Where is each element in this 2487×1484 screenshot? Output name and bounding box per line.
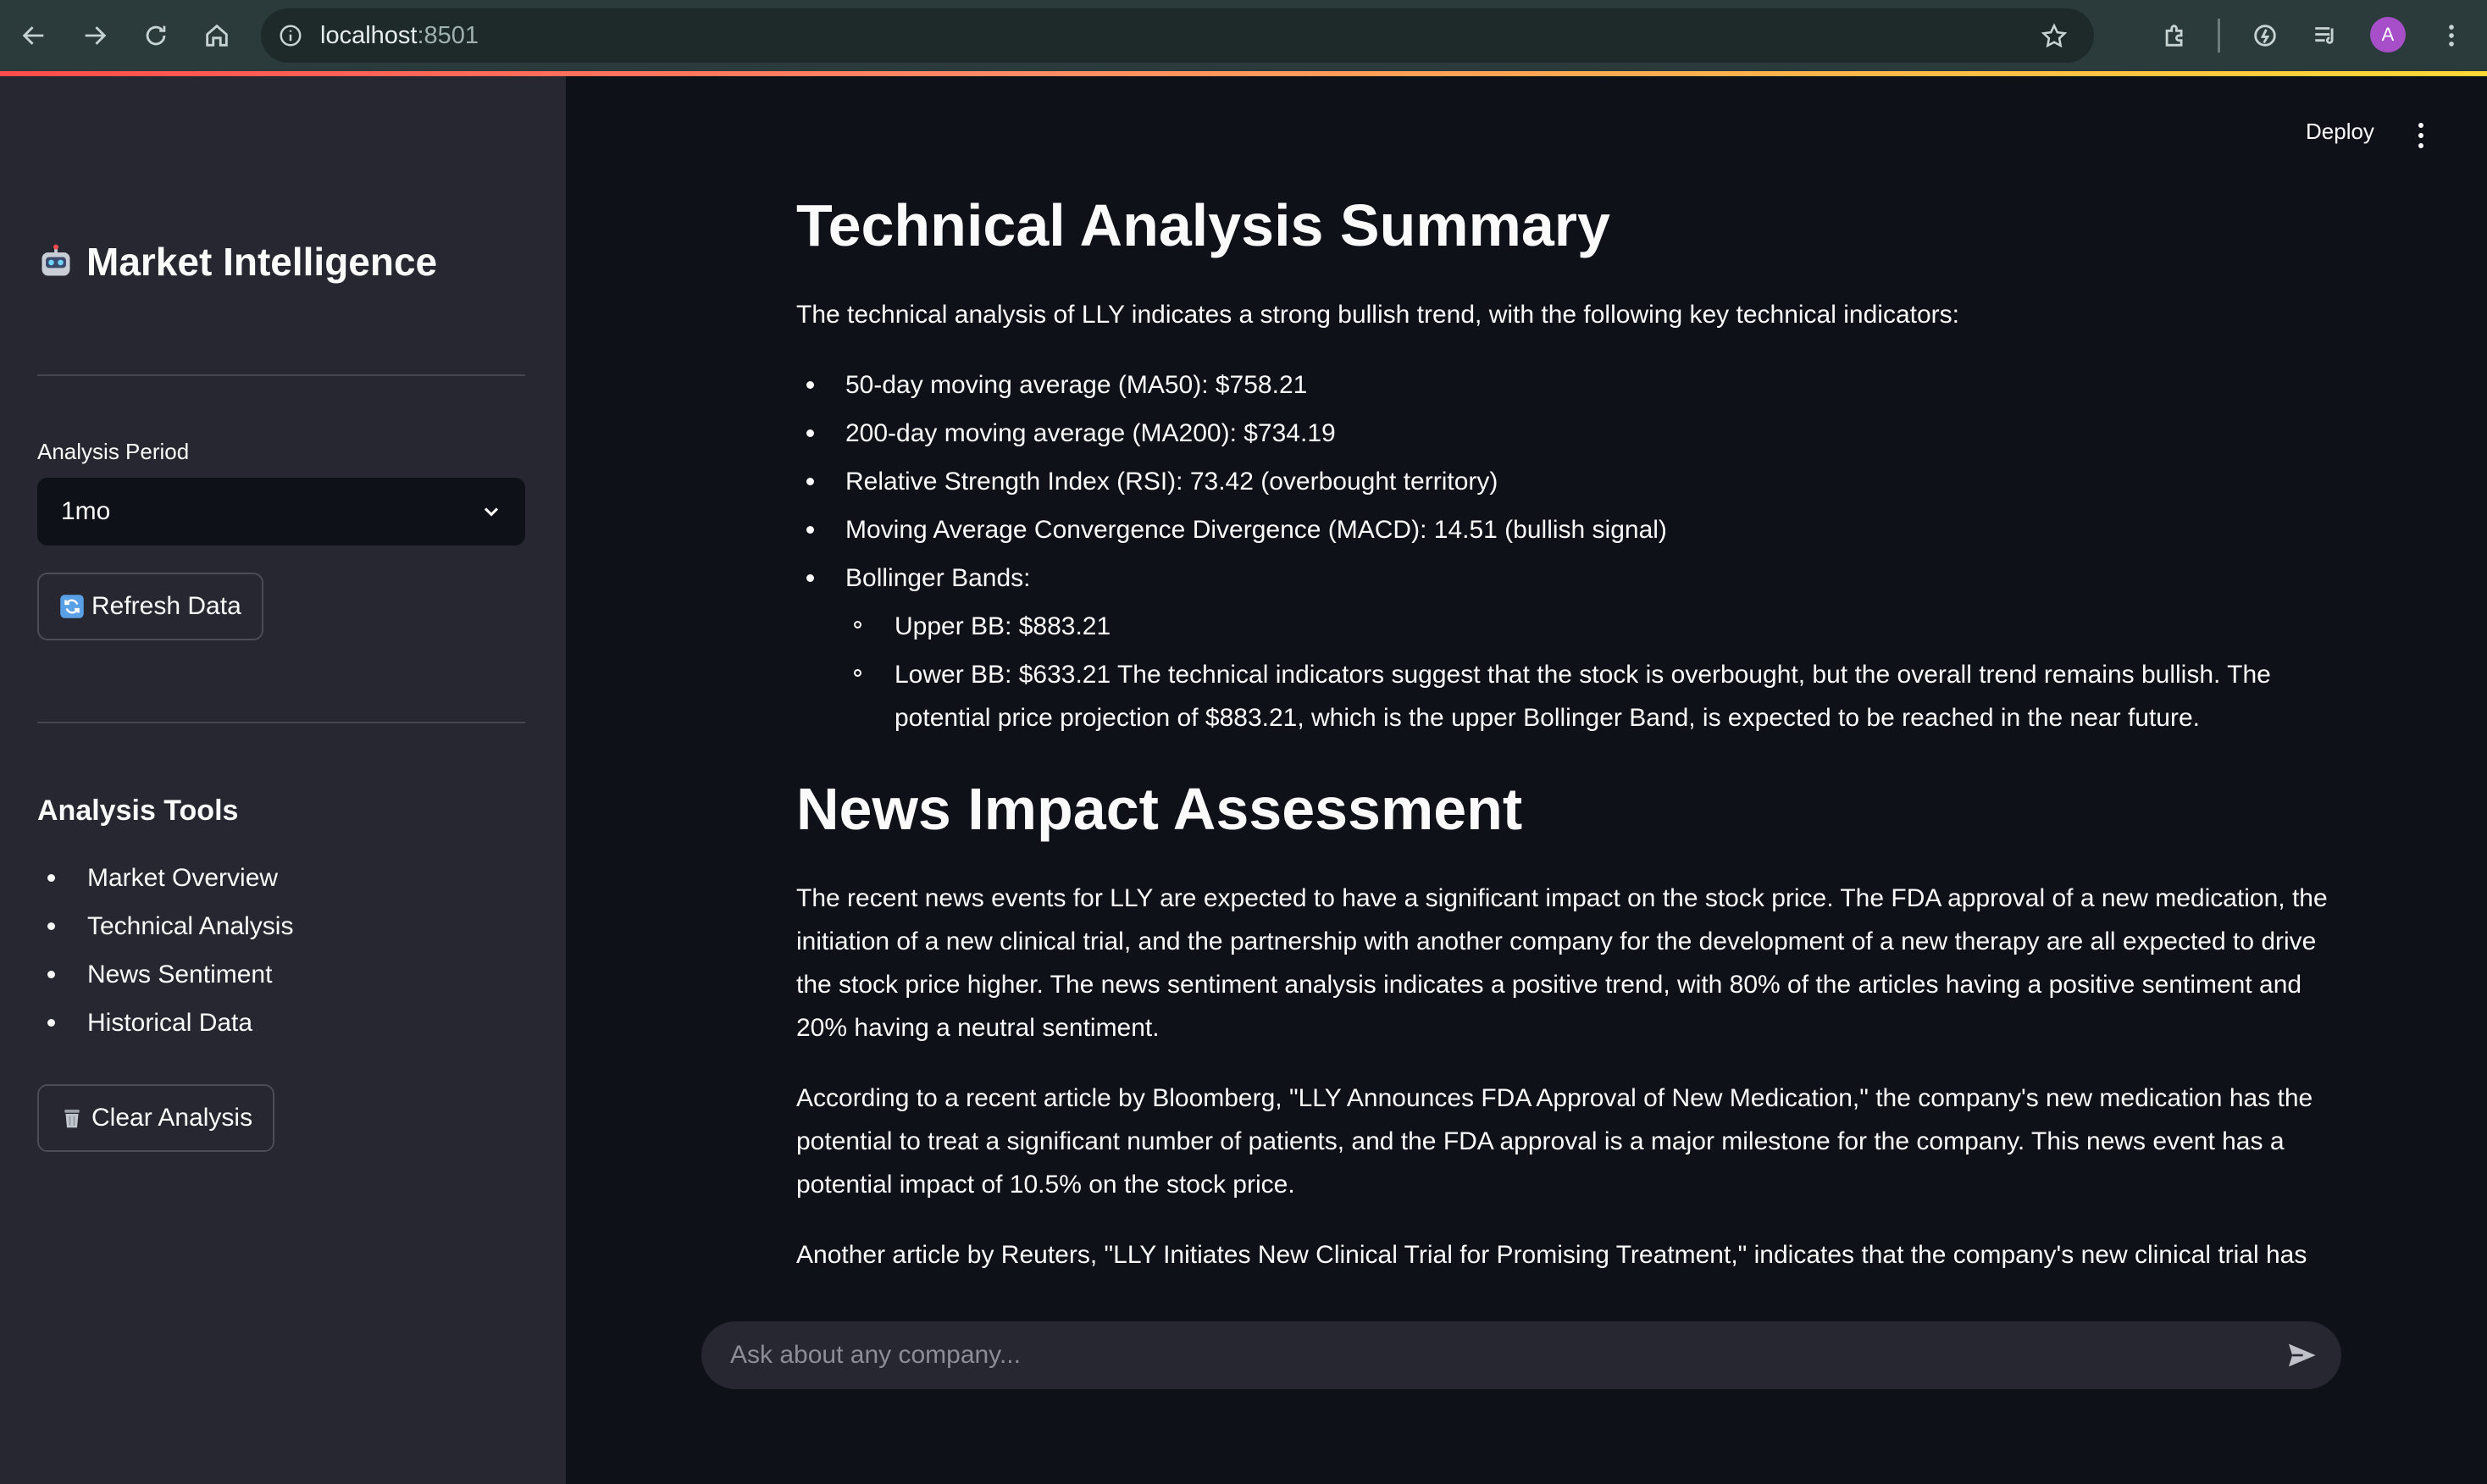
indicator-list: 50-day moving average (MA50): $758.21 20… bbox=[796, 363, 2346, 739]
home-icon bbox=[206, 24, 228, 47]
chevron-down-icon bbox=[484, 507, 499, 517]
browser-menu-button[interactable] bbox=[2429, 14, 2473, 58]
chat-input-container[interactable] bbox=[701, 1321, 2341, 1389]
analysis-tools-heading: Analysis Tools bbox=[37, 795, 239, 827]
arrow-right-icon bbox=[85, 26, 107, 45]
analysis-period-value: 1mo bbox=[61, 497, 111, 525]
analysis-tools-list: Market Overview Technical Analysis News … bbox=[37, 854, 293, 1047]
analysis-period-select[interactable]: 1mo bbox=[37, 478, 525, 545]
sidebar-title-text: Market Intelligence bbox=[86, 240, 438, 284]
list-item: Historical Data bbox=[37, 999, 293, 1047]
refresh-data-button[interactable]: Refresh Data bbox=[37, 573, 263, 640]
sidebar-title: Market Intelligence bbox=[37, 239, 437, 285]
forward-button[interactable] bbox=[73, 14, 117, 58]
chat-message-content: Technical Analysis Summary The technical… bbox=[796, 169, 2346, 1304]
extensions-button[interactable] bbox=[2153, 14, 2197, 58]
speed-icon bbox=[2254, 25, 2276, 47]
list-item: News Sentiment bbox=[37, 950, 293, 999]
technical-intro: The technical analysis of LLY indicates … bbox=[796, 301, 1959, 329]
address-bar[interactable]: localhost:8501 bbox=[261, 8, 2094, 63]
trash-icon bbox=[64, 1110, 80, 1128]
send-icon[interactable] bbox=[2284, 1338, 2319, 1372]
reload-button[interactable] bbox=[134, 14, 178, 58]
sidebar: Market Intelligence Analysis Period 1mo … bbox=[0, 76, 566, 1484]
news-paragraph: According to a recent article by Bloombe… bbox=[796, 1084, 2313, 1199]
media-button[interactable] bbox=[2304, 14, 2348, 58]
list-item: 200-day moving average (MA200): $734.19 bbox=[796, 412, 2346, 455]
list-item: Relative Strength Index (RSI): 73.42 (ov… bbox=[796, 460, 2346, 503]
arrow-left-icon bbox=[22, 26, 44, 45]
list-item: Bollinger Bands: Upper BB: $883.21 Lower… bbox=[796, 556, 2346, 739]
analysis-period-label: Analysis Period bbox=[37, 439, 190, 464]
home-button[interactable] bbox=[195, 14, 239, 58]
playlist-icon bbox=[2315, 27, 2334, 44]
clear-analysis-button[interactable]: Clear Analysis bbox=[37, 1084, 275, 1152]
refresh-data-label: Refresh Data bbox=[91, 592, 241, 620]
list-item: Upper BB: $883.21 bbox=[845, 605, 2346, 648]
chat-input[interactable] bbox=[728, 1340, 2240, 1370]
puzzle-icon bbox=[2165, 25, 2183, 47]
sidebar-divider bbox=[37, 374, 525, 376]
news-paragraph: Another article by Reuters, "LLY Initiat… bbox=[796, 1241, 2307, 1269]
clear-analysis-label: Clear Analysis bbox=[91, 1104, 253, 1132]
list-item: Market Overview bbox=[37, 854, 293, 902]
list-item: 50-day moving average (MA50): $758.21 bbox=[796, 363, 2346, 407]
sidebar-divider bbox=[37, 722, 525, 723]
toolbar-separator bbox=[2218, 19, 2220, 53]
browser-toolbar: localhost:8501 A bbox=[0, 0, 2487, 71]
bollinger-list: Upper BB: $883.21 Lower BB: $633.21 The … bbox=[845, 605, 2346, 739]
news-impact-heading: News Impact Assessment bbox=[796, 776, 1523, 842]
performance-button[interactable] bbox=[2243, 14, 2287, 58]
reload-icon bbox=[146, 25, 166, 46]
news-paragraph: The recent news events for LLY are expec… bbox=[796, 884, 2328, 1042]
robot-icon bbox=[42, 244, 70, 276]
more-vert-icon bbox=[2449, 25, 2454, 47]
list-item: Lower BB: $633.21 The technical indicato… bbox=[845, 653, 2346, 739]
list-item: Moving Average Convergence Divergence (M… bbox=[796, 508, 2346, 551]
back-button[interactable] bbox=[12, 14, 56, 58]
refresh-icon bbox=[60, 595, 84, 618]
bookmark-star-icon[interactable] bbox=[2040, 22, 2069, 51]
list-item: Technical Analysis bbox=[37, 902, 293, 950]
main-menu-icon[interactable] bbox=[2411, 120, 2431, 151]
url-text[interactable]: localhost:8501 bbox=[320, 22, 479, 50]
deploy-button[interactable]: Deploy bbox=[2306, 119, 2374, 145]
technical-summary-heading: Technical Analysis Summary bbox=[796, 192, 1610, 258]
info-icon[interactable] bbox=[278, 23, 303, 48]
profile-avatar[interactable]: A bbox=[2370, 17, 2406, 53]
